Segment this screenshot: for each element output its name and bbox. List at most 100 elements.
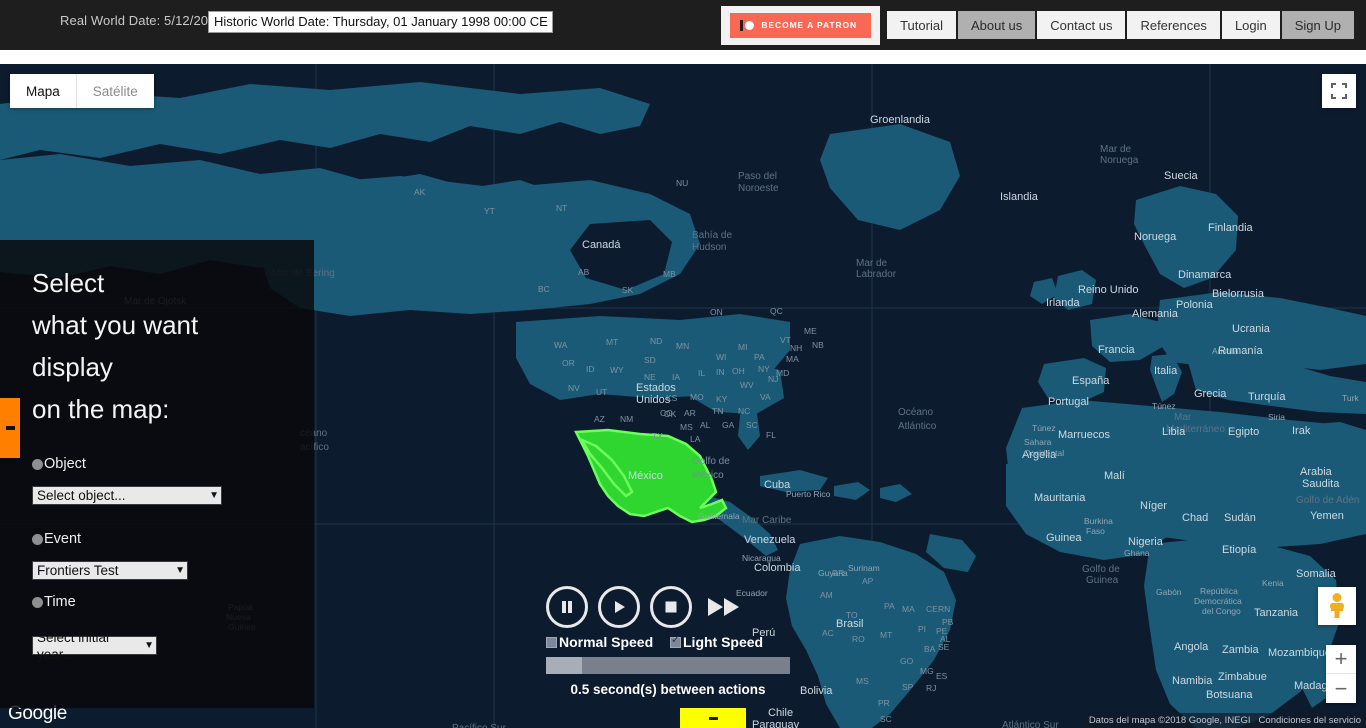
stop-button[interactable] xyxy=(650,586,692,628)
svg-text:Mar: Mar xyxy=(1174,412,1192,423)
patron-button-label: BECOME A PATRON xyxy=(761,20,858,30)
nav-item-contact-us[interactable]: Contact us xyxy=(1037,11,1126,39)
svg-text:GO: GO xyxy=(900,656,914,666)
svg-text:KY: KY xyxy=(716,394,728,404)
svg-text:YT: YT xyxy=(484,206,495,216)
svg-text:Irlanda: Irlanda xyxy=(1046,297,1081,309)
svg-text:VT: VT xyxy=(780,335,791,345)
normal-speed-label: Normal Speed xyxy=(559,634,654,650)
svg-text:MT: MT xyxy=(606,337,618,347)
svg-text:FL: FL xyxy=(766,430,776,440)
historic-world-date-field[interactable]: Historic World Date: Thursday, 01 Januar… xyxy=(208,11,553,33)
svg-text:NY: NY xyxy=(758,364,770,374)
svg-text:SE: SE xyxy=(938,642,950,652)
nav-item-about-us[interactable]: About us xyxy=(957,11,1036,39)
svg-text:TO: TO xyxy=(846,610,858,620)
svg-text:Ghana: Ghana xyxy=(1124,548,1150,558)
svg-text:Namibia: Namibia xyxy=(1172,675,1213,687)
svg-text:Venezuela: Venezuela xyxy=(744,534,796,546)
panel-heading-line-4: on the map: xyxy=(32,394,170,424)
svg-text:Kenia: Kenia xyxy=(1262,578,1284,588)
svg-text:Puerto Rico: Puerto Rico xyxy=(786,489,831,499)
normal-speed-option[interactable]: Normal Speed xyxy=(546,634,670,650)
speed-slider[interactable] xyxy=(546,657,790,674)
light-speed-option[interactable]: Light Speed xyxy=(670,634,763,650)
normal-speed-checkbox[interactable] xyxy=(546,636,557,648)
pegman-icon xyxy=(1330,593,1344,618)
svg-text:NH: NH xyxy=(790,343,802,353)
map-type-mapa-button[interactable]: Mapa xyxy=(10,74,77,108)
svg-text:MB: MB xyxy=(663,269,676,279)
selection-side-panel: Select what you want display on the map:… xyxy=(0,240,314,708)
svg-text:ME: ME xyxy=(804,326,817,336)
svg-text:Marruecos: Marruecos xyxy=(1058,429,1110,441)
real-world-date-label: Real World Date: 5/12/2018 xyxy=(60,13,223,28)
time-radio-button[interactable] xyxy=(32,596,43,608)
map-type-satellite-button[interactable]: Satélite xyxy=(76,74,154,108)
select-initial-year-dropdown[interactable]: Select initial year... ▼ xyxy=(32,630,157,662)
svg-text:Guinea: Guinea xyxy=(1046,532,1082,544)
svg-text:Bolivia: Bolivia xyxy=(800,685,833,697)
street-view-pegman-button[interactable] xyxy=(1318,587,1356,625)
svg-text:Angola: Angola xyxy=(1174,641,1209,653)
minus-icon xyxy=(5,426,15,430)
become-a-patron-button[interactable]: BECOME A PATRON xyxy=(730,12,872,38)
svg-text:Faso: Faso xyxy=(1086,526,1105,536)
header-map-divider xyxy=(0,50,1366,64)
svg-text:AP: AP xyxy=(862,576,874,586)
fullscreen-toggle-button[interactable] xyxy=(1322,74,1356,108)
svg-text:Golfo de: Golfo de xyxy=(692,456,730,467)
select-object-dropdown[interactable]: Select object... ▼ xyxy=(32,486,222,505)
svg-text:Nigeria: Nigeria xyxy=(1128,536,1164,548)
minus-icon xyxy=(708,716,718,720)
svg-text:Túnez: Túnez xyxy=(1032,423,1056,433)
svg-text:GA: GA xyxy=(722,420,735,430)
svg-text:Irak: Irak xyxy=(1292,425,1311,437)
object-radio-button[interactable] xyxy=(32,458,43,470)
svg-text:TN: TN xyxy=(712,406,723,416)
object-radio-row[interactable]: Object xyxy=(32,456,314,472)
nav-item-tutorial[interactable]: Tutorial xyxy=(887,11,956,39)
svg-text:Atlántico: Atlántico xyxy=(898,421,937,432)
fast-forward-button[interactable] xyxy=(702,586,746,628)
svg-text:Reino Unido: Reino Unido xyxy=(1078,284,1139,296)
svg-text:ES: ES xyxy=(936,671,948,681)
pause-button[interactable] xyxy=(546,586,588,628)
play-button[interactable] xyxy=(598,586,640,628)
zoom-out-button[interactable]: − xyxy=(1326,674,1356,703)
bottom-yellow-marker[interactable] xyxy=(680,708,746,728)
svg-text:Etiopía: Etiopía xyxy=(1222,544,1257,556)
svg-text:Groenlandia: Groenlandia xyxy=(870,114,931,126)
light-speed-checkbox[interactable] xyxy=(670,634,681,648)
svg-text:MO: MO xyxy=(690,392,704,402)
map-type-control: Mapa Satélite xyxy=(10,74,154,108)
svg-text:OK: OK xyxy=(664,409,677,419)
svg-text:UT: UT xyxy=(596,387,607,397)
svg-text:PI: PI xyxy=(918,624,926,634)
svg-text:Zambia: Zambia xyxy=(1222,644,1260,656)
map-attribution: Datos del mapa ©2018 Google, INEGI Condi… xyxy=(1083,713,1366,728)
svg-text:Tanzania: Tanzania xyxy=(1254,607,1299,619)
svg-text:PA: PA xyxy=(884,601,895,611)
nav-item-sign-up[interactable]: Sign Up xyxy=(1281,11,1354,39)
svg-text:Yemen: Yemen xyxy=(1310,510,1344,522)
top-header-bar: Real World Date: 5/12/2018 Historic Worl… xyxy=(0,0,1366,50)
select-event-dropdown[interactable]: Frontiers Test ▼ xyxy=(32,561,188,580)
light-speed-label: Light Speed xyxy=(683,634,764,650)
event-radio-row[interactable]: Event xyxy=(32,531,314,547)
svg-text:Suecia: Suecia xyxy=(1164,170,1199,182)
panel-heading-line-1: Select xyxy=(32,268,105,298)
panel-collapse-tab[interactable] xyxy=(0,398,20,458)
event-radio-button[interactable] xyxy=(32,533,43,545)
zoom-in-button[interactable]: + xyxy=(1326,645,1356,674)
nav-item-login[interactable]: Login xyxy=(1221,11,1280,39)
stop-icon xyxy=(665,601,677,613)
attribution-terms-link[interactable]: Condiciones del servicio xyxy=(1259,715,1361,726)
time-radio-row[interactable]: Time xyxy=(32,594,314,610)
speed-slider-thumb[interactable] xyxy=(546,657,582,674)
play-icon xyxy=(615,601,625,613)
nav-item-references[interactable]: References xyxy=(1127,11,1220,39)
svg-text:Libia: Libia xyxy=(1162,426,1186,438)
svg-text:AK: AK xyxy=(414,187,426,197)
svg-text:MT: MT xyxy=(880,630,892,640)
